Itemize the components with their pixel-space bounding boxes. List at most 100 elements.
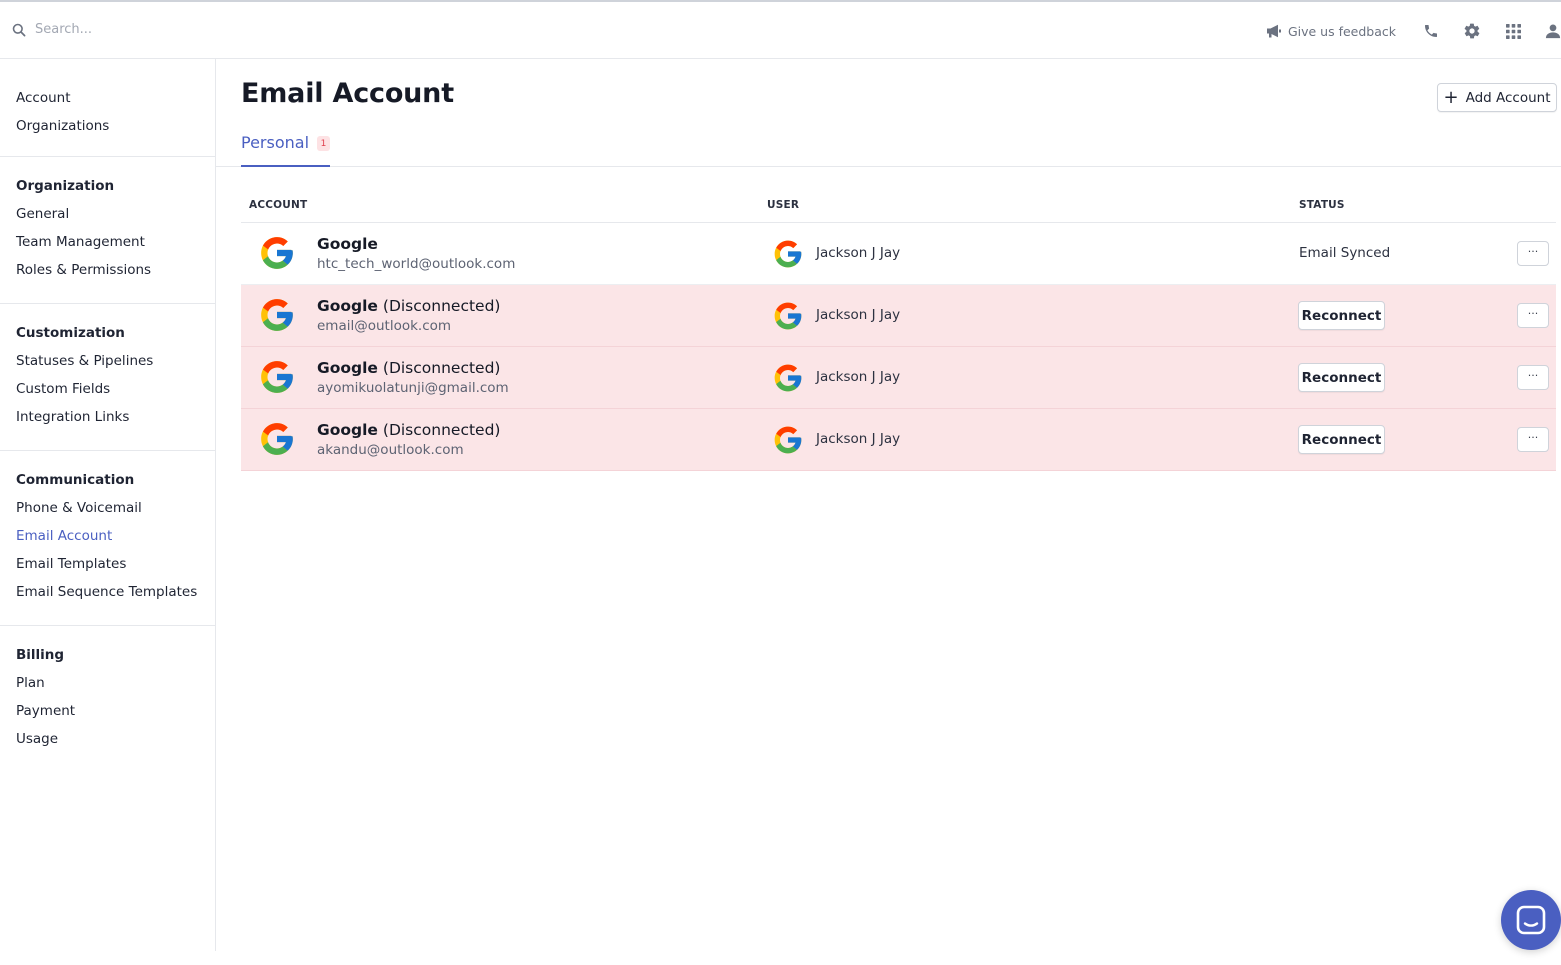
- search-bar[interactable]: [12, 22, 335, 37]
- disconnected-label: (Disconnected): [382, 297, 501, 315]
- account-email: email@outlook.com: [317, 318, 452, 334]
- top-header: Give us feedback: [0, 2, 1561, 59]
- tab-bar: Personal 1: [216, 130, 1561, 167]
- header-actions: Give us feedback: [1266, 18, 1561, 44]
- user-google-icon: [772, 238, 804, 270]
- column-header-account: ACCOUNT: [249, 199, 308, 211]
- disconnected-label: (Disconnected): [382, 421, 501, 439]
- sidebar-heading-communication: Communication: [16, 472, 135, 488]
- row-more-button[interactable]: ···: [1517, 427, 1549, 452]
- account-email: akandu@outlook.com: [317, 442, 464, 458]
- sidebar-item-payment[interactable]: Payment: [16, 697, 199, 725]
- sidebar-heading-customization: Customization: [16, 325, 125, 341]
- search-input[interactable]: [35, 22, 335, 37]
- chat-icon: [1516, 905, 1546, 935]
- provider-label: Google: [317, 297, 378, 315]
- sidebar-group-general: Account Organizations: [0, 59, 215, 157]
- google-logo-icon: [258, 420, 296, 458]
- phone-icon: [1425, 25, 1437, 37]
- account-provider-name: Google: [317, 235, 378, 253]
- user-name: Jackson J Jay: [816, 369, 901, 385]
- disconnected-label: (Disconnected): [382, 359, 501, 377]
- sidebar-item-email-templates[interactable]: Email Templates: [16, 550, 199, 578]
- sidebar-item-account[interactable]: Account: [16, 84, 199, 112]
- chat-launcher-button[interactable]: [1501, 890, 1561, 950]
- column-header-user: USER: [767, 199, 800, 211]
- google-logo-icon: [258, 358, 296, 396]
- status-text: Email Synced: [1299, 245, 1391, 261]
- page-title: Email Account: [241, 78, 454, 109]
- user-google-icon: [772, 362, 804, 394]
- provider-label: Google: [317, 421, 378, 439]
- user-google-icon: [772, 424, 804, 456]
- gear-icon: [1464, 23, 1480, 39]
- sidebar-item-email-account[interactable]: Email Account: [16, 522, 199, 550]
- phone-button[interactable]: [1422, 22, 1440, 40]
- sidebar-item-integration-links[interactable]: Integration Links: [16, 403, 199, 431]
- apps-grid-icon: [1505, 23, 1521, 39]
- table-body: Google htc_tech_world@outlook.com Jackson…: [241, 223, 1556, 471]
- column-header-status: STATUS: [1299, 199, 1345, 211]
- tab-personal-count-badge: 1: [317, 136, 330, 151]
- tab-personal[interactable]: Personal 1: [241, 130, 330, 167]
- add-account-button[interactable]: + Add Account: [1437, 83, 1557, 112]
- sidebar-item-custom-fields[interactable]: Custom Fields: [16, 375, 199, 403]
- more-dots-icon: ···: [1527, 244, 1539, 258]
- sidebar-heading-organization: Organization: [16, 178, 115, 194]
- search-icon: [12, 23, 26, 36]
- email-accounts-table: ACCOUNT USER STATUS Google htc_tech_world…: [241, 190, 1556, 471]
- table-row: Google htc_tech_world@outlook.com Jackson…: [241, 223, 1556, 285]
- user-name: Jackson J Jay: [816, 307, 901, 323]
- user-name: Jackson J Jay: [816, 245, 901, 261]
- table-header: ACCOUNT USER STATUS: [241, 190, 1556, 223]
- sidebar-item-email-sequence-templates[interactable]: Email Sequence Templates: [16, 578, 199, 606]
- row-more-button[interactable]: ···: [1517, 241, 1549, 266]
- sidebar-item-plan[interactable]: Plan: [16, 669, 199, 697]
- account-email: htc_tech_world@outlook.com: [317, 256, 516, 272]
- sidebar-item-organizations[interactable]: Organizations: [16, 112, 199, 140]
- row-more-button[interactable]: ···: [1517, 303, 1549, 328]
- feedback-link[interactable]: Give us feedback: [1266, 24, 1396, 39]
- settings-button[interactable]: [1463, 22, 1481, 40]
- megaphone-icon: [1266, 24, 1281, 38]
- sidebar-heading-billing: Billing: [16, 647, 65, 663]
- table-row: Google (Disconnected) email@outlook.com J…: [241, 285, 1556, 347]
- account-email: ayomikuolatunji@gmail.com: [317, 380, 509, 396]
- sidebar-item-general[interactable]: General: [16, 200, 199, 228]
- google-logo-icon: [258, 234, 296, 272]
- sidebar-group-communication: Communication Phone & Voicemail Email Ac…: [0, 451, 215, 626]
- google-logo-icon: [258, 296, 296, 334]
- sidebar-group-billing: Billing Plan Payment Usage: [0, 626, 215, 753]
- add-account-label: Add Account: [1465, 89, 1551, 106]
- reconnect-button[interactable]: Reconnect: [1298, 425, 1385, 454]
- user-google-icon: [772, 300, 804, 332]
- account-provider-name: Google (Disconnected): [317, 359, 500, 377]
- apps-button[interactable]: [1504, 22, 1522, 40]
- sidebar-group-customization: Customization Statuses & Pipelines Custo…: [0, 304, 215, 451]
- sidebar-item-statuses-pipelines[interactable]: Statuses & Pipelines: [16, 347, 199, 375]
- table-row: Google (Disconnected) akandu@outlook.com …: [241, 409, 1556, 471]
- sidebar-group-organization: Organization General Team Management Rol…: [0, 157, 215, 304]
- row-more-button[interactable]: ···: [1517, 365, 1549, 390]
- more-dots-icon: ···: [1527, 306, 1539, 320]
- table-row: Google (Disconnected) ayomikuolatunji@gma…: [241, 347, 1556, 409]
- user-icon: [1545, 24, 1561, 39]
- sidebar-item-phone-voicemail[interactable]: Phone & Voicemail: [16, 494, 199, 522]
- plus-icon: +: [1443, 86, 1459, 108]
- account-provider-name: Google (Disconnected): [317, 297, 500, 315]
- sidebar-item-roles-permissions[interactable]: Roles & Permissions: [16, 256, 199, 284]
- reconnect-button[interactable]: Reconnect: [1298, 363, 1385, 392]
- more-dots-icon: ···: [1527, 430, 1539, 444]
- sidebar-item-usage[interactable]: Usage: [16, 725, 199, 753]
- sidebar-item-team-management[interactable]: Team Management: [16, 228, 199, 256]
- more-dots-icon: ···: [1527, 368, 1539, 382]
- feedback-label: Give us feedback: [1287, 23, 1396, 39]
- user-name: Jackson J Jay: [816, 431, 901, 447]
- reconnect-button[interactable]: Reconnect: [1298, 301, 1385, 330]
- settings-sidebar: Account Organizations Organization Gener…: [0, 59, 216, 951]
- account-provider-name: Google (Disconnected): [317, 421, 500, 439]
- provider-label: Google: [317, 235, 378, 253]
- provider-label: Google: [317, 359, 378, 377]
- tab-personal-label: Personal: [241, 133, 310, 152]
- user-menu-button[interactable]: [1545, 22, 1561, 40]
